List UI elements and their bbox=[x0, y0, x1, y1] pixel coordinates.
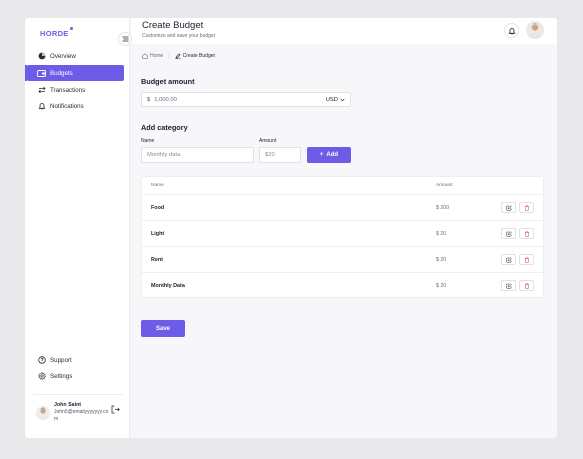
page-subtitle: Customize and save your budget bbox=[142, 33, 216, 39]
breadcrumb: Home | Create Budget bbox=[142, 53, 215, 59]
wallet-icon bbox=[37, 69, 46, 78]
user-email: John5@emailyyyyyyy.com bbox=[54, 409, 109, 422]
edit-icon bbox=[506, 282, 512, 289]
trash-icon bbox=[524, 231, 530, 237]
breadcrumb-home-link[interactable]: Home bbox=[150, 53, 163, 59]
arrows-swap-icon bbox=[37, 86, 46, 95]
trash-icon bbox=[524, 257, 530, 263]
row-amount: $ 200 bbox=[436, 205, 449, 211]
sidebar-item-label: Support bbox=[50, 356, 72, 364]
sidebar-divider bbox=[33, 394, 123, 395]
sidebar-item-budgets[interactable]: Budgets bbox=[25, 65, 124, 81]
category-name-input[interactable]: Monthly data bbox=[141, 147, 254, 163]
brand-logo[interactable]: HORDE bbox=[40, 27, 73, 38]
page-header: Create Budget Customize and save your bu… bbox=[131, 18, 557, 44]
delete-button[interactable] bbox=[519, 280, 534, 291]
logo-dot bbox=[69, 27, 73, 30]
trash-icon bbox=[524, 283, 530, 289]
plus-icon: + bbox=[319, 152, 324, 158]
category-amount-input[interactable]: $20 bbox=[259, 147, 301, 163]
edit-button[interactable] bbox=[501, 228, 516, 239]
edit-button[interactable] bbox=[501, 280, 516, 291]
row-name: Rent bbox=[151, 257, 163, 263]
sidebar-item-label: Budgets bbox=[50, 69, 73, 77]
row-amount: $ 20 bbox=[436, 257, 447, 263]
delete-button[interactable] bbox=[519, 202, 534, 213]
edit-icon bbox=[506, 230, 512, 237]
notifications-button[interactable] bbox=[504, 23, 519, 38]
currency-value: USD bbox=[325, 96, 338, 103]
edit-button[interactable] bbox=[501, 254, 516, 265]
breadcrumb-current: Create Budget bbox=[182, 53, 215, 59]
header-avatar[interactable] bbox=[526, 21, 544, 39]
row-name: Light bbox=[151, 231, 165, 237]
app-window: HORDE Overview Budgets Transactions Noti… bbox=[25, 18, 557, 438]
help-circle-icon bbox=[37, 356, 46, 365]
bell-icon bbox=[37, 102, 46, 111]
sidebar-item-notifications[interactable]: Notifications bbox=[25, 98, 130, 114]
user-name: John Saint bbox=[54, 402, 82, 408]
brand-name: HORDE bbox=[40, 29, 69, 38]
add-button-label: Add bbox=[326, 152, 339, 158]
save-button[interactable]: Save bbox=[141, 320, 185, 337]
amount-label: Amount bbox=[259, 138, 277, 144]
budget-amount-heading: Budget amount bbox=[141, 77, 195, 86]
add-category-button[interactable]: + Add bbox=[307, 147, 351, 163]
row-amount: $ 20 bbox=[436, 283, 447, 289]
sidebar-item-label: Overview bbox=[50, 52, 76, 60]
chevron-down-icon bbox=[340, 98, 345, 102]
add-category-heading: Add category bbox=[141, 123, 188, 132]
edit-icon bbox=[506, 204, 512, 211]
table-row: Light $ 20 bbox=[142, 220, 543, 246]
delete-button[interactable] bbox=[519, 228, 534, 239]
sidebar-toggle-button[interactable] bbox=[118, 32, 132, 46]
currency-select[interactable]: USD bbox=[326, 97, 345, 103]
breadcrumb-separator: | bbox=[168, 53, 170, 59]
avatar[interactable] bbox=[36, 406, 50, 420]
sidebar-item-label: Settings bbox=[50, 372, 73, 380]
gear-icon bbox=[37, 372, 46, 381]
table-header: Name Amount bbox=[142, 177, 543, 194]
row-amount: $ 20 bbox=[436, 231, 447, 237]
delete-button[interactable] bbox=[519, 254, 534, 265]
sidebar-bottom-nav: Support Settings bbox=[25, 352, 130, 384]
sidebar-nav: Overview Budgets Transactions Notificati… bbox=[25, 48, 130, 114]
name-label: Name bbox=[141, 138, 155, 144]
table-row: Monthly Data $ 20 bbox=[142, 272, 543, 298]
row-name: Food bbox=[151, 205, 165, 211]
edit-button[interactable] bbox=[501, 202, 516, 213]
sidebar-item-label: Notifications bbox=[50, 102, 84, 110]
home-icon bbox=[142, 53, 148, 59]
edit-icon bbox=[506, 256, 512, 263]
category-table: Name Amount Food $ 200 Light $ 20 Rent $… bbox=[141, 176, 544, 298]
sidebar-item-overview[interactable]: Overview bbox=[25, 48, 130, 64]
bell-icon bbox=[507, 27, 516, 35]
sidebar-item-support[interactable]: Support bbox=[25, 352, 130, 368]
budget-amount-field[interactable]: $ 1,000.00 USD bbox=[141, 92, 351, 107]
table-row: Rent $ 20 bbox=[142, 246, 543, 272]
row-name: Monthly Data bbox=[151, 283, 185, 289]
user-profile: John Saint John5@emailyyyyyyy.com bbox=[36, 401, 126, 431]
sidebar-item-settings[interactable]: Settings bbox=[25, 368, 130, 384]
pie-chart-icon bbox=[37, 52, 46, 61]
trash-icon bbox=[524, 205, 530, 211]
menu-icon bbox=[122, 36, 129, 42]
sidebar-item-label: Transactions bbox=[50, 86, 86, 94]
sidebar: HORDE Overview Budgets Transactions Noti… bbox=[25, 18, 130, 438]
column-header-amount: Amount bbox=[436, 183, 453, 188]
table-row: Food $ 200 bbox=[142, 194, 543, 220]
column-header-name: Name bbox=[151, 183, 164, 188]
edit-icon bbox=[175, 53, 181, 59]
budget-amount-input[interactable]: 1,000.00 bbox=[154, 97, 326, 103]
currency-symbol: $ bbox=[147, 96, 151, 103]
logout-icon[interactable] bbox=[111, 401, 120, 414]
sidebar-item-transactions[interactable]: Transactions bbox=[25, 82, 130, 98]
page-title: Create Budget bbox=[142, 20, 204, 31]
